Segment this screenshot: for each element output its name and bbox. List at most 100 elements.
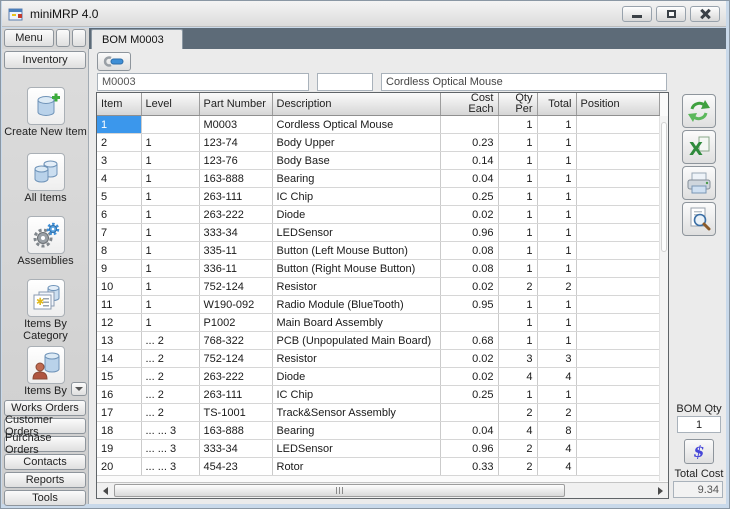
- cell[interactable]: 1: [498, 242, 537, 260]
- cell[interactable]: [576, 422, 659, 440]
- cell[interactable]: 263-222: [199, 368, 272, 386]
- cell[interactable]: P1002: [199, 314, 272, 332]
- cell[interactable]: Cordless Optical Mouse: [272, 116, 440, 134]
- tab-bom-m0003[interactable]: BOM M0003: [91, 29, 183, 49]
- table-row[interactable]: 91336-11Button (Right Mouse Button)0.081…: [97, 260, 659, 278]
- cell[interactable]: 6: [97, 206, 141, 224]
- cell[interactable]: [576, 314, 659, 332]
- table-row[interactable]: 41163-888Bearing0.0411: [97, 170, 659, 188]
- sidebar-item-tools[interactable]: Tools: [4, 490, 86, 506]
- scroll-right-button[interactable]: [652, 483, 668, 498]
- cell[interactable]: [576, 350, 659, 368]
- cell[interactable]: 15: [97, 368, 141, 386]
- column-header-description[interactable]: Description: [272, 93, 440, 116]
- cell[interactable]: 333-34: [199, 440, 272, 458]
- cell[interactable]: 123-74: [199, 134, 272, 152]
- cell[interactable]: [576, 260, 659, 278]
- cell[interactable]: 1: [537, 242, 576, 260]
- sidebar-item-reports[interactable]: Reports: [4, 472, 86, 488]
- cell[interactable]: ... 2: [141, 386, 199, 404]
- cell[interactable]: [576, 332, 659, 350]
- menu-extra-button-2[interactable]: [72, 29, 86, 47]
- vertical-scrollbar[interactable]: [659, 116, 668, 481]
- cell[interactable]: 1: [537, 116, 576, 134]
- cell[interactable]: 1: [537, 134, 576, 152]
- cell[interactable]: 12: [97, 314, 141, 332]
- cell[interactable]: 0.04: [440, 170, 498, 188]
- table-row[interactable]: 81335-11Button (Left Mouse Button)0.0811: [97, 242, 659, 260]
- edit-tools-button[interactable]: [97, 52, 131, 71]
- cell[interactable]: Body Upper: [272, 134, 440, 152]
- cell[interactable]: 1: [537, 260, 576, 278]
- table-row[interactable]: 121P1002Main Board Assembly11: [97, 314, 659, 332]
- cell[interactable]: 163-888: [199, 422, 272, 440]
- cell[interactable]: 17: [97, 404, 141, 422]
- cell[interactable]: 9: [97, 260, 141, 278]
- cell[interactable]: IC Chip: [272, 188, 440, 206]
- cell[interactable]: 1: [498, 206, 537, 224]
- table-row[interactable]: 19... ... 3333-34LEDSensor0.9624: [97, 440, 659, 458]
- part-number-field[interactable]: [97, 73, 309, 91]
- cell[interactable]: [576, 278, 659, 296]
- cell[interactable]: 14: [97, 350, 141, 368]
- cell[interactable]: 2: [97, 134, 141, 152]
- cell[interactable]: 1: [537, 206, 576, 224]
- cell[interactable]: 0.96: [440, 440, 498, 458]
- cell[interactable]: ... 2: [141, 404, 199, 422]
- column-header-item[interactable]: Item: [97, 93, 141, 116]
- cell[interactable]: 1: [498, 224, 537, 242]
- table-row[interactable]: 16... 2263-111IC Chip0.2511: [97, 386, 659, 404]
- cell[interactable]: 2: [498, 278, 537, 296]
- table-row[interactable]: 31123-76Body Base0.1411: [97, 152, 659, 170]
- cell[interactable]: 454-23: [199, 458, 272, 476]
- cell[interactable]: 752-124: [199, 350, 272, 368]
- cell[interactable]: 2: [537, 404, 576, 422]
- sidebar-item-items-by[interactable]: Items By: [2, 346, 89, 398]
- scroll-left-button[interactable]: [97, 483, 113, 498]
- print-preview-button[interactable]: [682, 202, 716, 236]
- cell[interactable]: 0.02: [440, 350, 498, 368]
- column-header-cost-each[interactable]: Cost Each: [440, 93, 498, 116]
- table-row[interactable]: 20... ... 3454-23Rotor0.3324: [97, 458, 659, 476]
- cell[interactable]: [576, 386, 659, 404]
- table-row[interactable]: 17... 2TS-1001Track&Sensor Assembly22: [97, 404, 659, 422]
- cell[interactable]: 1: [498, 188, 537, 206]
- table-row[interactable]: 101752-124Resistor0.0222: [97, 278, 659, 296]
- cell[interactable]: 10: [97, 278, 141, 296]
- sidebar-item-create-new-item[interactable]: Create New Item: [2, 87, 89, 139]
- cell[interactable]: [576, 368, 659, 386]
- vertical-scrollbar-thumb[interactable]: [661, 122, 667, 252]
- cell[interactable]: Diode: [272, 206, 440, 224]
- cell[interactable]: [576, 134, 659, 152]
- cell[interactable]: 1: [537, 296, 576, 314]
- cell[interactable]: 335-11: [199, 242, 272, 260]
- print-button[interactable]: [682, 166, 716, 200]
- cell[interactable]: 8: [97, 242, 141, 260]
- cell[interactable]: 3: [537, 350, 576, 368]
- cell[interactable]: [576, 116, 659, 134]
- description-field[interactable]: [381, 73, 667, 91]
- cell[interactable]: Body Base: [272, 152, 440, 170]
- cell[interactable]: Resistor: [272, 278, 440, 296]
- cell[interactable]: [576, 188, 659, 206]
- total-cost-value[interactable]: [673, 481, 723, 498]
- cell[interactable]: 2: [498, 458, 537, 476]
- cell[interactable]: 1: [537, 224, 576, 242]
- cell[interactable]: ... 2: [141, 368, 199, 386]
- cell[interactable]: 1: [498, 152, 537, 170]
- cell[interactable]: 1: [537, 314, 576, 332]
- cell[interactable]: IC Chip: [272, 386, 440, 404]
- cell[interactable]: 2: [498, 440, 537, 458]
- cell[interactable]: 7: [97, 224, 141, 242]
- cell[interactable]: 1: [141, 206, 199, 224]
- cell[interactable]: Bearing: [272, 170, 440, 188]
- cell[interactable]: 20: [97, 458, 141, 476]
- create-new-item-button[interactable]: [27, 87, 65, 125]
- cell[interactable]: 0.96: [440, 224, 498, 242]
- table-row[interactable]: 111W190-092Radio Module (BlueTooth)0.951…: [97, 296, 659, 314]
- cell[interactable]: W190-092: [199, 296, 272, 314]
- cell[interactable]: [576, 440, 659, 458]
- menu-extra-button-1[interactable]: [56, 29, 70, 47]
- cell[interactable]: Track&Sensor Assembly: [272, 404, 440, 422]
- column-header-total[interactable]: Total: [537, 93, 576, 116]
